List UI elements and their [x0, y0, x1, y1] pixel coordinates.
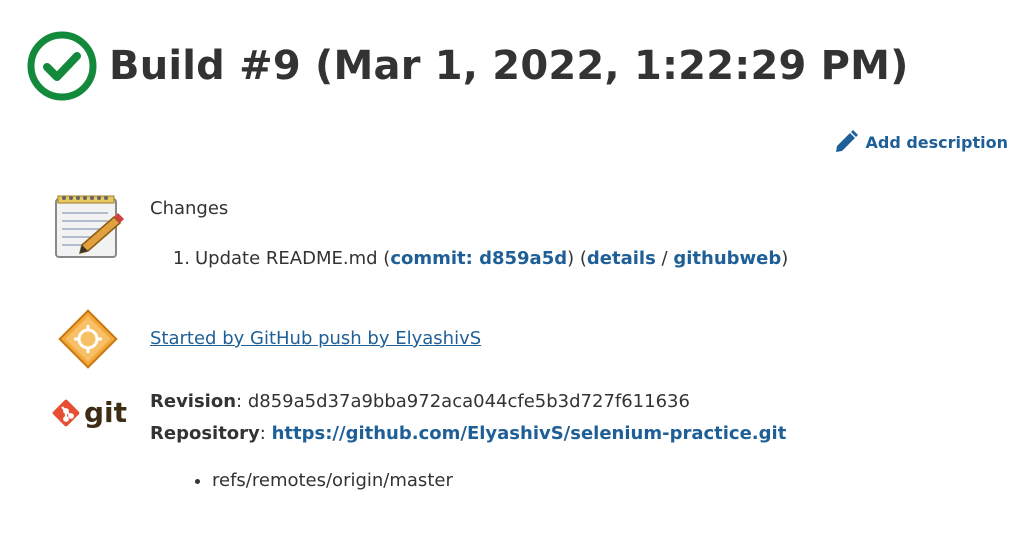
pencil-icon [836, 130, 859, 152]
githubweb-link[interactable]: githubweb [673, 248, 781, 269]
commit-link[interactable]: commit: d859a5d [390, 248, 567, 269]
branch-list: refs/remotes/origin/master [190, 470, 453, 491]
git-logo-text: git [84, 396, 128, 429]
changes-heading: Changes [150, 198, 229, 219]
revision-row: Revision: d859a5d37a9bba972aca044cfe5b3d… [150, 391, 690, 412]
git-logo: git [51, 398, 127, 428]
revision-value: d859a5d37a9bba972aca044cfe5b3d727f611636 [247, 391, 690, 412]
repository-link[interactable]: https://github.com/ElyashivS/selenium-pr… [272, 423, 787, 444]
add-description-link[interactable]: Add description [833, 129, 1008, 155]
list-item: 1. Update README.md (commit: d859a5d) (de… [150, 248, 788, 269]
git-diamond-icon [52, 399, 80, 427]
notepad-icon [55, 195, 124, 258]
page-title: Build #9 (Mar 1, 2022, 1:22:29 PM) [109, 43, 909, 89]
build-header: Build #9 (Mar 1, 2022, 1:22:29 PM) [26, 28, 909, 104]
github-push-icon [58, 309, 118, 369]
repository-label: Repository [150, 423, 260, 444]
revision-block: Revision: d859a5d37a9bba972aca044cfe5b3d… [150, 386, 786, 450]
revision-label: Revision [150, 391, 237, 412]
repository-row: Repository: https://github.com/ElyashivS… [150, 423, 787, 444]
link-separator: / [661, 248, 668, 269]
add-description-label: Add description [865, 132, 1008, 152]
list-item: refs/remotes/origin/master [212, 470, 453, 491]
success-check-icon [27, 31, 97, 101]
change-message: Update README.md [195, 248, 378, 269]
change-number: 1. [172, 248, 190, 269]
started-by-link[interactable]: Started by GitHub push by ElyashivS [150, 328, 481, 349]
details-link[interactable]: details [587, 248, 656, 269]
changes-list: 1. Update README.md (commit: d859a5d) (de… [150, 248, 788, 269]
